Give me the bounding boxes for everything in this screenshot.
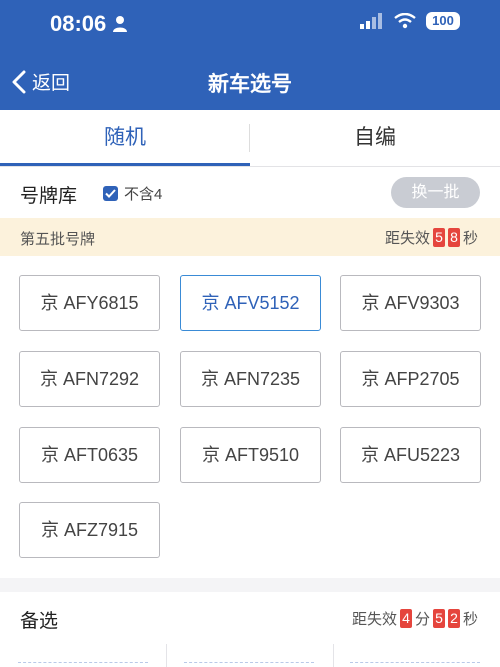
person-icon bbox=[113, 16, 128, 32]
batch-banner: 第五批号牌 距失效 5 8 秒 bbox=[0, 218, 500, 256]
batch-label: 第五批号牌 bbox=[20, 231, 96, 248]
exclude-four-label: 不含4 bbox=[124, 186, 163, 203]
plate-option[interactable]: 京 AFT0635 bbox=[19, 427, 160, 483]
tab-custom[interactable]: 自编 bbox=[250, 110, 500, 166]
plate-option[interactable]: 京 AFT9510 bbox=[180, 427, 321, 483]
backup-slot[interactable] bbox=[18, 662, 148, 663]
countdown-digit: 5 bbox=[432, 228, 445, 247]
plate-option[interactable]: 京 AFY6815 bbox=[19, 275, 160, 331]
countdown-minutes-unit: 分 bbox=[414, 611, 430, 628]
backup-slots bbox=[0, 644, 500, 667]
countdown-prefix: 距失效 bbox=[384, 230, 430, 247]
status-time: 08:06 bbox=[50, 11, 128, 37]
plate-option-selected[interactable]: 京 AFV5152 bbox=[180, 275, 321, 331]
plate-option[interactable]: 京 AFU5223 bbox=[340, 427, 481, 483]
nav-bar: 返回 新车选号 bbox=[0, 56, 500, 110]
tab-random[interactable]: 随机 bbox=[0, 110, 250, 166]
exclude-four-checkbox[interactable]: 不含4 bbox=[103, 183, 162, 204]
backup-label: 备选 bbox=[20, 611, 59, 632]
countdown-suffix: 秒 bbox=[462, 230, 478, 247]
countdown-digit: 4 bbox=[399, 609, 412, 628]
backup-slot[interactable] bbox=[184, 662, 314, 663]
backup-countdown: 距失效 4 分 5 2 秒 bbox=[352, 608, 478, 629]
wifi-icon bbox=[394, 13, 416, 29]
divider bbox=[166, 644, 167, 667]
countdown-digit: 5 bbox=[432, 609, 445, 628]
tab-bar: 随机 自编 bbox=[0, 110, 500, 167]
plate-option[interactable]: 京 AFN7235 bbox=[180, 351, 321, 407]
plate-option[interactable]: 京 AFV9303 bbox=[340, 275, 481, 331]
status-icons: 100 bbox=[360, 12, 460, 30]
plate-option[interactable]: 京 AFP2705 bbox=[340, 351, 481, 407]
plate-pool-header: 号牌库 不含4 换一批 bbox=[0, 167, 500, 218]
page-title: 新车选号 bbox=[208, 73, 292, 96]
plate-option[interactable]: 京 AFZ7915 bbox=[19, 502, 160, 558]
checkbox-checked-icon bbox=[103, 186, 118, 201]
batch-countdown: 距失效 5 8 秒 bbox=[385, 227, 478, 248]
divider bbox=[333, 644, 334, 667]
countdown-seconds-unit: 秒 bbox=[462, 611, 478, 628]
countdown-digit: 8 bbox=[447, 228, 460, 247]
app-header: 08:06 100 返回 新车选号 bbox=[0, 0, 500, 110]
backup-header: 备选 距失效 4 分 5 2 秒 bbox=[0, 592, 500, 644]
plate-option[interactable]: 京 AFN7292 bbox=[19, 351, 160, 407]
countdown-prefix: 距失效 bbox=[351, 611, 397, 628]
swap-batch-button[interactable]: 换一批 bbox=[391, 177, 480, 208]
backup-slot[interactable] bbox=[350, 662, 480, 663]
plate-grid: 京 AFY6815 京 AFV5152 京 AFV9303 京 AFN7292 … bbox=[0, 256, 500, 578]
status-bar: 08:06 100 bbox=[0, 0, 500, 48]
battery-indicator: 100 bbox=[426, 12, 460, 30]
active-tab-indicator bbox=[0, 163, 250, 166]
countdown-digit: 2 bbox=[447, 609, 460, 628]
clock-text: 08:06 bbox=[50, 11, 107, 36]
cellular-signal-icon bbox=[360, 13, 382, 29]
plate-pool-label: 号牌库 bbox=[20, 186, 78, 207]
